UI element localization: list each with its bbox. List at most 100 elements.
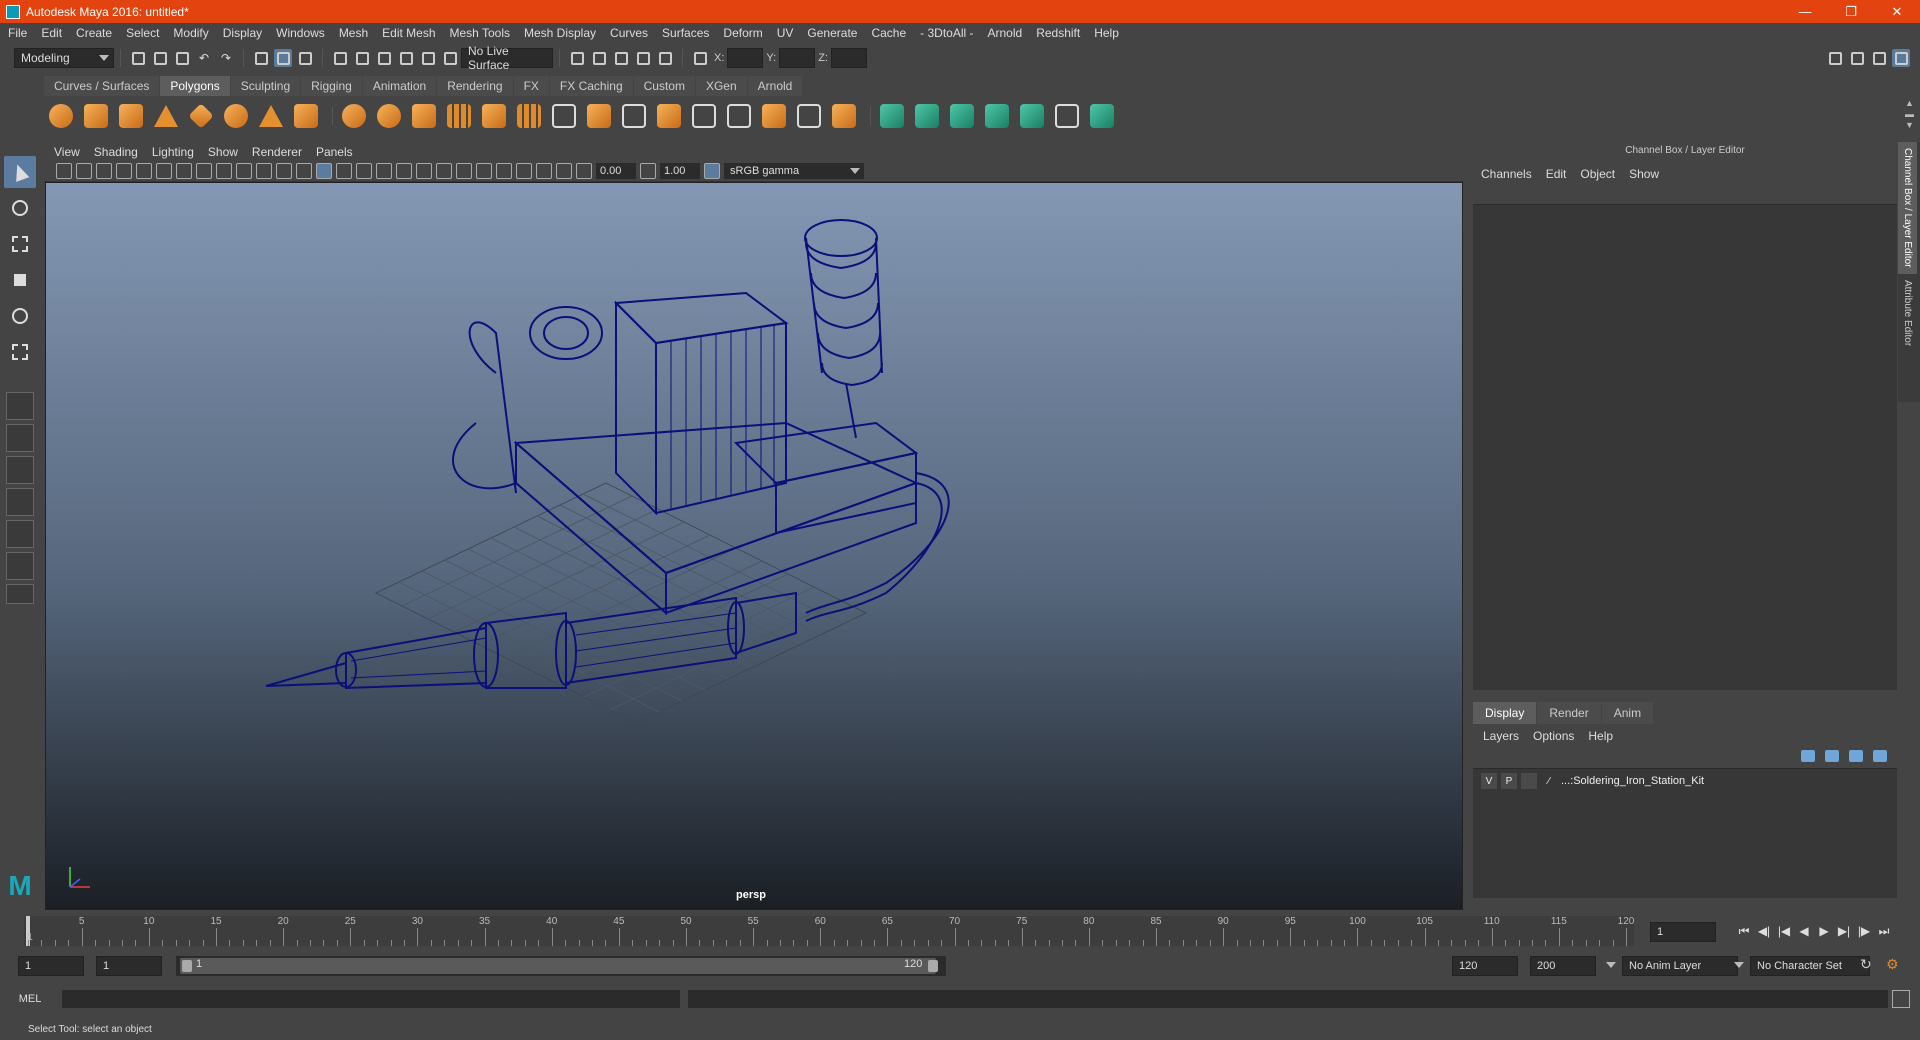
layer-display-type[interactable]	[1521, 773, 1537, 789]
undo-icon[interactable]: ↶	[195, 49, 213, 67]
panel-menu-panels[interactable]: Panels	[316, 145, 353, 159]
layer-menu-help[interactable]: Help	[1588, 729, 1613, 743]
camera-attributes-icon[interactable]	[76, 162, 92, 179]
open-scene-icon[interactable]	[151, 49, 169, 67]
spherical-mapping-icon[interactable]	[947, 101, 977, 131]
animation-start-field[interactable]: 1	[18, 956, 84, 976]
merge-icon[interactable]	[829, 101, 859, 131]
go-to-end-icon[interactable]: ⏭	[1874, 922, 1894, 940]
use-all-lights-icon[interactable]	[396, 162, 412, 179]
script-editor-icon[interactable]	[1892, 990, 1910, 1008]
image-plane-icon[interactable]	[116, 162, 132, 179]
menu-edit-mesh[interactable]: Edit Mesh	[382, 26, 435, 40]
select-camera-icon[interactable]	[56, 162, 72, 179]
poly-plane-icon[interactable]	[186, 101, 216, 131]
menu-select[interactable]: Select	[126, 26, 159, 40]
rotate-tool[interactable]	[4, 300, 36, 332]
range-end-handle[interactable]	[928, 960, 938, 972]
playback-start-field[interactable]: 1	[96, 956, 162, 976]
channel-menu-channels[interactable]: Channels	[1481, 167, 1532, 181]
layer-playback-toggle[interactable]: P	[1501, 773, 1517, 789]
coord-x-field[interactable]	[727, 48, 764, 68]
shelf-tab-rendering[interactable]: Rendering	[437, 76, 513, 96]
motion-blur-icon[interactable]	[456, 162, 472, 179]
fill-hole-icon[interactable]	[794, 101, 824, 131]
layer-name[interactable]: ...:Soldering_Iron_Station_Kit	[1561, 775, 1704, 787]
poly-cylinder-icon[interactable]	[116, 101, 146, 131]
boolean-icon[interactable]	[444, 101, 474, 131]
gamma-icon[interactable]	[640, 162, 656, 179]
select-tool[interactable]	[4, 156, 36, 188]
save-scene-icon[interactable]	[173, 49, 191, 67]
character-set-dropdown[interactable]: No Character Set	[1750, 956, 1870, 976]
snap-grid-icon[interactable]	[331, 49, 349, 67]
channel-menu-object[interactable]: Object	[1580, 167, 1615, 181]
anim-layer-dropdown[interactable]: No Anim Layer	[1622, 956, 1738, 976]
four-view-layout-button[interactable]	[6, 424, 34, 452]
shelf-tab-fx-caching[interactable]: FX Caching	[549, 76, 633, 96]
xray-joints-icon[interactable]	[536, 162, 552, 179]
animation-preferences-icon[interactable]: ⚙	[1886, 956, 1899, 973]
menu-create[interactable]: Create	[76, 26, 112, 40]
append-to-polygon-icon[interactable]	[759, 101, 789, 131]
menu-curves[interactable]: Curves	[610, 26, 648, 40]
isolate-select-icon[interactable]	[496, 162, 512, 179]
uv-checker-icon[interactable]	[1052, 101, 1082, 131]
channel-menu-show[interactable]: Show	[1629, 167, 1659, 181]
layer-tab-render[interactable]: Render	[1537, 702, 1601, 724]
render-settings-icon[interactable]	[634, 49, 652, 67]
range-slider-bar[interactable]	[180, 958, 936, 974]
snap-view-plane-icon[interactable]	[397, 49, 415, 67]
bridge-icon[interactable]	[619, 101, 649, 131]
screen-space-ao-icon[interactable]	[436, 162, 452, 179]
shelf-scroll-arrows[interactable]: ▲ ▬ ▼	[1905, 98, 1914, 131]
2d-pan-zoom-icon[interactable]	[136, 162, 152, 179]
layer-tab-anim[interactable]: Anim	[1601, 702, 1654, 724]
layer-visibility-toggle[interactable]: V	[1481, 773, 1497, 789]
color-management-icon[interactable]	[704, 162, 720, 179]
safe-action-icon[interactable]	[276, 162, 292, 179]
coord-z-field[interactable]	[830, 48, 867, 68]
lasso-tool[interactable]	[4, 192, 36, 224]
menu-mesh-tools[interactable]: Mesh Tools	[450, 26, 510, 40]
move-tool[interactable]	[4, 264, 36, 296]
menu-deform[interactable]: Deform	[723, 26, 762, 40]
menu-help[interactable]: Help	[1094, 26, 1119, 40]
menu-modify[interactable]: Modify	[173, 26, 208, 40]
current-frame-field[interactable]: 1	[1650, 922, 1716, 942]
exposure-field[interactable]: 0.00	[596, 162, 636, 179]
shelf-tab-xgen[interactable]: XGen	[695, 76, 747, 96]
new-layer-selected-icon[interactable]	[1873, 750, 1887, 762]
layer-menu-layers[interactable]: Layers	[1483, 729, 1519, 743]
shelf-tab-arnold[interactable]: Arnold	[747, 76, 803, 96]
outliner-persp-layout-button[interactable]	[6, 552, 34, 580]
grease-pencil-icon[interactable]	[156, 162, 172, 179]
extrude-icon[interactable]	[584, 101, 614, 131]
modeling-toolkit-icon[interactable]	[1826, 49, 1844, 67]
chevron-down-icon[interactable]	[1606, 962, 1616, 968]
restore-icon[interactable]: ❐	[1828, 0, 1874, 23]
menu-display[interactable]: Display	[223, 26, 262, 40]
shelf-tab-custom[interactable]: Custom	[633, 76, 695, 96]
chevron-down-icon[interactable]	[1734, 962, 1744, 968]
menu-generate[interactable]: Generate	[807, 26, 857, 40]
layer-row[interactable]: V P ∕ ...:Soldering_Iron_Station_Kit	[1473, 771, 1897, 791]
layer-menu-options[interactable]: Options	[1533, 729, 1574, 743]
reduce-icon[interactable]	[479, 101, 509, 131]
persp-graph-layout-button[interactable]	[6, 488, 34, 516]
poly-pyramid-icon[interactable]	[256, 101, 286, 131]
field-chart-icon[interactable]	[256, 162, 272, 179]
poly-cone-icon[interactable]	[151, 101, 181, 131]
channel-box-body[interactable]	[1473, 204, 1897, 690]
layer-color-swatch[interactable]: ∕	[1541, 773, 1557, 789]
snap-point-icon[interactable]	[375, 49, 393, 67]
insert-edge-loop-icon[interactable]	[689, 101, 719, 131]
hypershade-icon[interactable]	[656, 49, 674, 67]
layer-tab-display[interactable]: Display	[1473, 702, 1537, 724]
command-input[interactable]	[62, 990, 680, 1008]
menu-edit[interactable]: Edit	[41, 26, 62, 40]
panel-menu-show[interactable]: Show	[208, 145, 238, 159]
shelf-tab-rigging[interactable]: Rigging	[301, 76, 362, 96]
new-empty-layer-icon[interactable]	[1849, 750, 1863, 762]
xray-icon[interactable]	[516, 162, 532, 179]
